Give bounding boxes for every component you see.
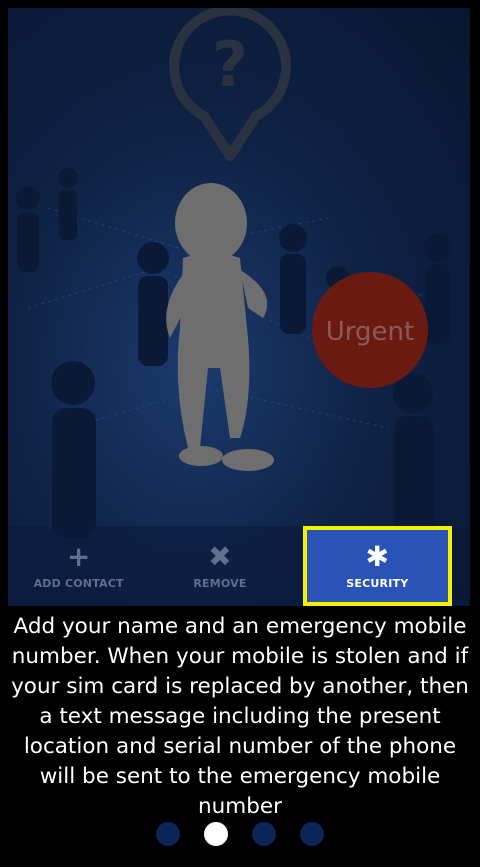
- remove-button[interactable]: ✖ REMOVE: [149, 526, 290, 606]
- page-dot-1[interactable]: [156, 822, 180, 846]
- urgent-badge-label: Urgent: [326, 317, 414, 347]
- remove-label: REMOVE: [193, 576, 247, 590]
- add-contact-button[interactable]: + ADD CONTACT: [8, 526, 149, 606]
- gear-icon: ✱: [365, 539, 390, 573]
- question-mark: ?: [212, 28, 248, 101]
- page-dot-3[interactable]: [252, 822, 276, 846]
- plus-icon: +: [66, 539, 91, 573]
- security-button[interactable]: ✱ SECURITY: [302, 526, 452, 606]
- hero-illustration: ? Urgent: [8, 8, 470, 606]
- close-icon: ✖: [208, 539, 232, 573]
- page-indicator: [0, 822, 480, 846]
- security-label: SECURITY: [346, 576, 409, 590]
- page-dot-2-active[interactable]: [204, 822, 228, 846]
- action-toolbar: + ADD CONTACT ✖ REMOVE ✱ SECURITY: [8, 526, 470, 606]
- add-contact-label: ADD CONTACT: [33, 576, 124, 590]
- page-dot-4[interactable]: [300, 822, 324, 846]
- tutorial-description: Add your name and an emergency mobile nu…: [11, 614, 469, 819]
- thinking-person-illustration: ? Urgent: [16, 8, 452, 538]
